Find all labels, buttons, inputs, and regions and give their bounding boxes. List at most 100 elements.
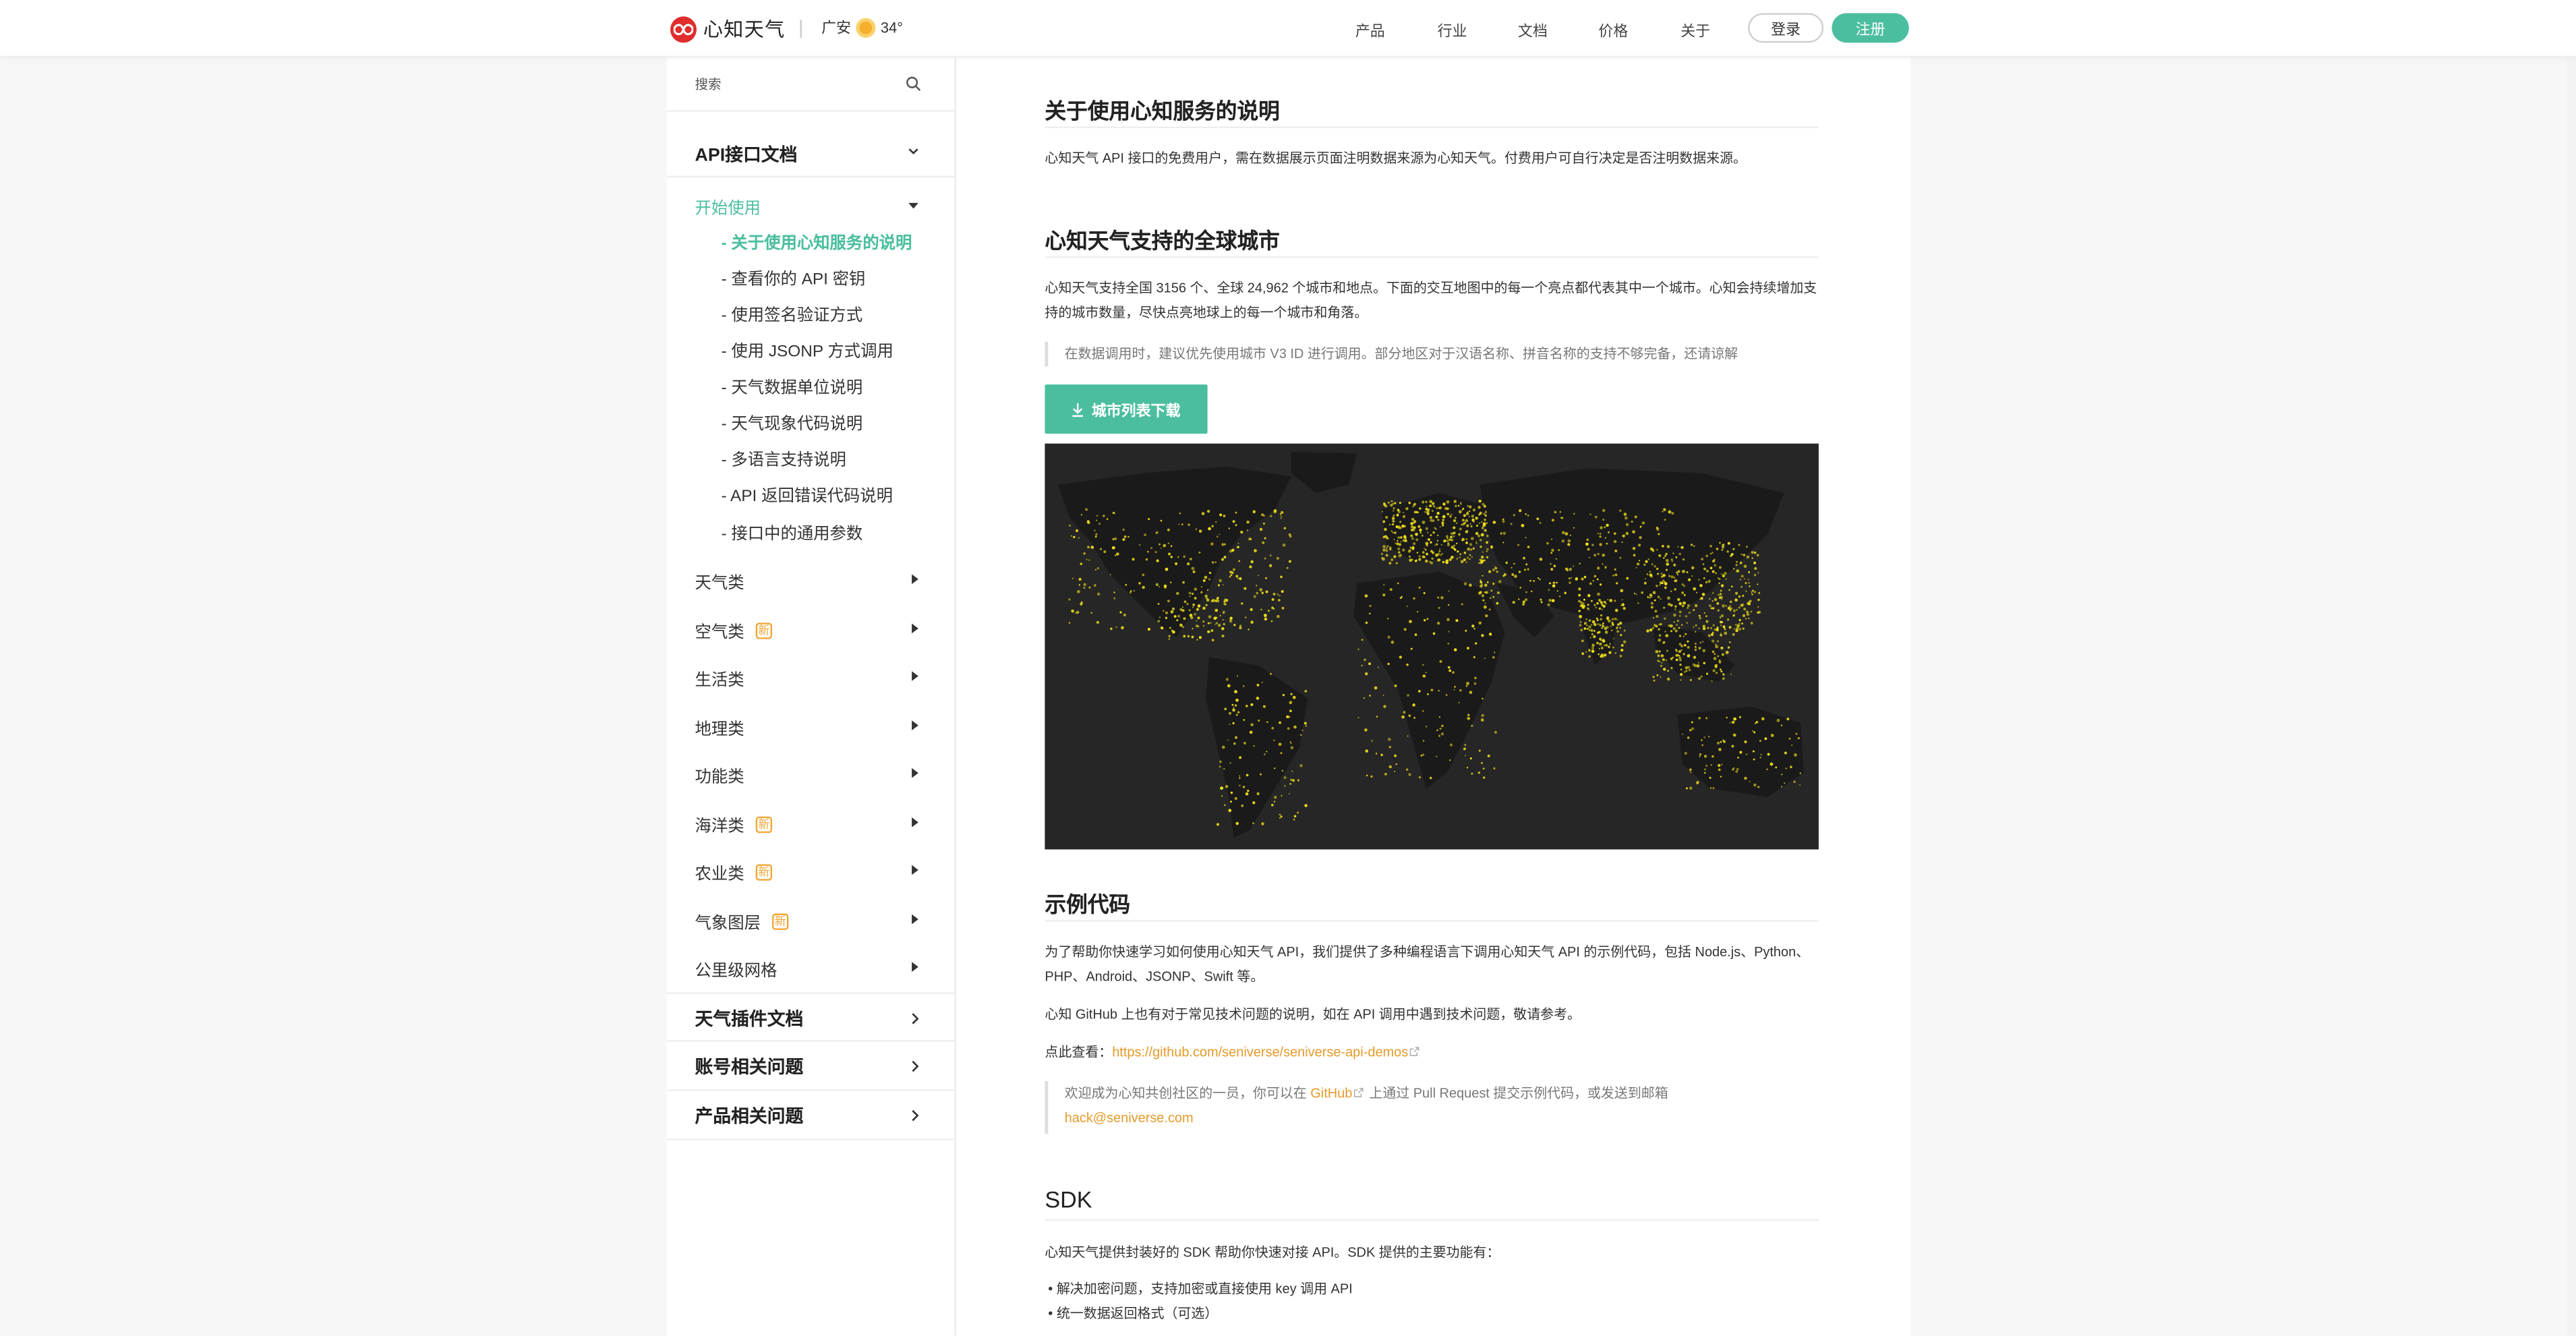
city-dot bbox=[1436, 511, 1440, 515]
city-dot bbox=[1304, 690, 1308, 693]
nav-pricing[interactable]: 价格 bbox=[1598, 20, 1628, 41]
sidebar-cat-life[interactable]: 生活类 bbox=[695, 666, 918, 690]
city-dot bbox=[1703, 772, 1706, 774]
city-dot bbox=[1196, 639, 1198, 641]
sidebar-cat-weather[interactable]: 天气类 bbox=[695, 569, 918, 593]
city-dot bbox=[1619, 627, 1621, 629]
email-link[interactable]: hack@seniverse.com bbox=[1065, 1111, 1194, 1126]
city-dot bbox=[1482, 502, 1485, 506]
city-dot bbox=[1682, 601, 1686, 605]
sidebar-item-units[interactable]: - 天气数据单位说明 bbox=[721, 373, 862, 398]
nav-industry[interactable]: 行业 bbox=[1438, 20, 1467, 41]
city-dot bbox=[1656, 674, 1659, 676]
city-dot bbox=[1418, 587, 1421, 589]
sidebar-section-account[interactable]: 账号相关问题 bbox=[667, 1042, 955, 1091]
city-dot bbox=[1632, 546, 1636, 550]
location-weather[interactable]: 广安 34° bbox=[821, 16, 903, 38]
sidebar-cat-weather-layers[interactable]: 气象图层 新 bbox=[695, 908, 918, 933]
sidebar-item-jsonp[interactable]: - 使用 JSONP 方式调用 bbox=[721, 337, 893, 361]
nav-about[interactable]: 关于 bbox=[1680, 20, 1710, 41]
search-icon[interactable] bbox=[905, 76, 921, 92]
city-dot bbox=[1586, 624, 1588, 627]
sidebar-section-plugin-docs[interactable]: 天气插件文档 bbox=[667, 992, 955, 1042]
nav-docs[interactable]: 文档 bbox=[1518, 20, 1548, 41]
city-dot bbox=[1414, 560, 1417, 562]
global-cities-map[interactable] bbox=[1045, 443, 1819, 850]
city-dot bbox=[1438, 548, 1441, 550]
city-dot bbox=[1559, 511, 1562, 513]
search-input[interactable]: 搜索 bbox=[695, 76, 722, 94]
city-list-download-button[interactable]: 城市列表下载 bbox=[1045, 384, 1208, 434]
city-dot bbox=[1122, 528, 1125, 531]
city-dot bbox=[1646, 629, 1649, 633]
register-button[interactable]: 注册 bbox=[1832, 13, 1909, 43]
city-dot bbox=[1678, 643, 1682, 646]
sidebar-group-getting-started[interactable]: 开始使用 bbox=[667, 185, 954, 222]
sidebar-section-product[interactable]: 产品相关问题 bbox=[667, 1091, 955, 1140]
city-dot bbox=[1230, 574, 1233, 577]
city-dot bbox=[1299, 764, 1303, 767]
sidebar-cat-label: 气象图层 bbox=[695, 914, 761, 933]
sidebar-item-common-params[interactable]: - 接口中的通用参数 bbox=[721, 519, 862, 544]
city-dot bbox=[1422, 664, 1424, 666]
sidebar-group-label: 开始使用 bbox=[695, 200, 761, 219]
sidebar-item-api-key[interactable]: - 查看你的 API 密钥 bbox=[721, 264, 865, 289]
sidebar-item-signature[interactable]: - 使用签名验证方式 bbox=[721, 301, 862, 326]
city-dot bbox=[1720, 633, 1723, 637]
sidebar-item-weather-codes[interactable]: - 天气现象代码说明 bbox=[721, 409, 862, 434]
sidebar-cat-air[interactable]: 空气类 新 bbox=[695, 618, 918, 643]
sidebar-cat-function[interactable]: 功能类 bbox=[695, 762, 918, 787]
city-dot bbox=[1666, 545, 1670, 548]
city-dot bbox=[1659, 584, 1661, 586]
city-dot bbox=[1680, 624, 1683, 627]
city-dot bbox=[1522, 603, 1525, 606]
sidebar-item-languages[interactable]: - 多语言支持说明 bbox=[721, 445, 846, 470]
sidebar-cat-km-grid[interactable]: 公里级网格 bbox=[695, 956, 918, 981]
city-dot bbox=[1732, 548, 1735, 550]
city-dot bbox=[1268, 610, 1270, 612]
github-link[interactable]: GitHub bbox=[1310, 1086, 1352, 1101]
city-dot bbox=[1709, 776, 1711, 779]
city-dot bbox=[1674, 608, 1676, 610]
city-dot bbox=[1204, 575, 1208, 579]
sidebar-item-service-notice[interactable]: - 关于使用心知服务的说明 bbox=[721, 229, 912, 253]
city-dot bbox=[1587, 593, 1591, 598]
github-demos-link[interactable]: https://github.com/seniverse/seniverse-a… bbox=[1112, 1045, 1408, 1059]
city-dot bbox=[1622, 640, 1627, 644]
city-dot bbox=[1466, 766, 1469, 769]
city-dot bbox=[1616, 627, 1618, 629]
city-dot bbox=[1664, 586, 1667, 589]
sidebar-item-error-codes[interactable]: - API 返回错误代码说明 bbox=[721, 482, 893, 506]
caret-right-icon bbox=[912, 671, 918, 681]
city-dot bbox=[1242, 685, 1245, 687]
city-dot bbox=[1451, 556, 1454, 559]
page-scrollbar[interactable] bbox=[2566, 57, 2576, 1336]
city-dot bbox=[1448, 558, 1452, 561]
divider bbox=[1045, 256, 1819, 258]
sidebar-cat-ocean[interactable]: 海洋类 新 bbox=[695, 811, 918, 836]
city-dot bbox=[1290, 746, 1294, 749]
login-button[interactable]: 登录 bbox=[1748, 13, 1824, 43]
city-dot bbox=[1484, 602, 1486, 604]
city-dot bbox=[1369, 612, 1371, 615]
city-dot bbox=[1408, 714, 1411, 717]
brand-logo[interactable]: 心知天气 bbox=[670, 15, 786, 42]
sidebar-cat-agriculture[interactable]: 农业类 新 bbox=[695, 859, 918, 884]
city-dot bbox=[1125, 583, 1128, 586]
city-dot bbox=[1432, 502, 1435, 504]
city-dot bbox=[1431, 509, 1434, 512]
city-dot bbox=[1293, 818, 1295, 821]
nav-products[interactable]: 产品 bbox=[1355, 20, 1385, 41]
city-dot bbox=[1246, 529, 1249, 531]
city-dot bbox=[1466, 682, 1469, 685]
city-dot bbox=[1442, 524, 1444, 527]
city-dot bbox=[1223, 514, 1226, 517]
city-dot bbox=[1407, 735, 1409, 737]
sidebar-section-api-docs[interactable]: API接口文档 bbox=[667, 128, 955, 178]
sidebar-search[interactable]: 搜索 bbox=[667, 57, 955, 112]
city-dot bbox=[1745, 617, 1747, 620]
city-dot bbox=[1711, 639, 1715, 643]
sidebar-cat-geo[interactable]: 地理类 bbox=[695, 715, 918, 739]
city-dot bbox=[1784, 751, 1787, 755]
city-dot bbox=[1496, 602, 1499, 605]
